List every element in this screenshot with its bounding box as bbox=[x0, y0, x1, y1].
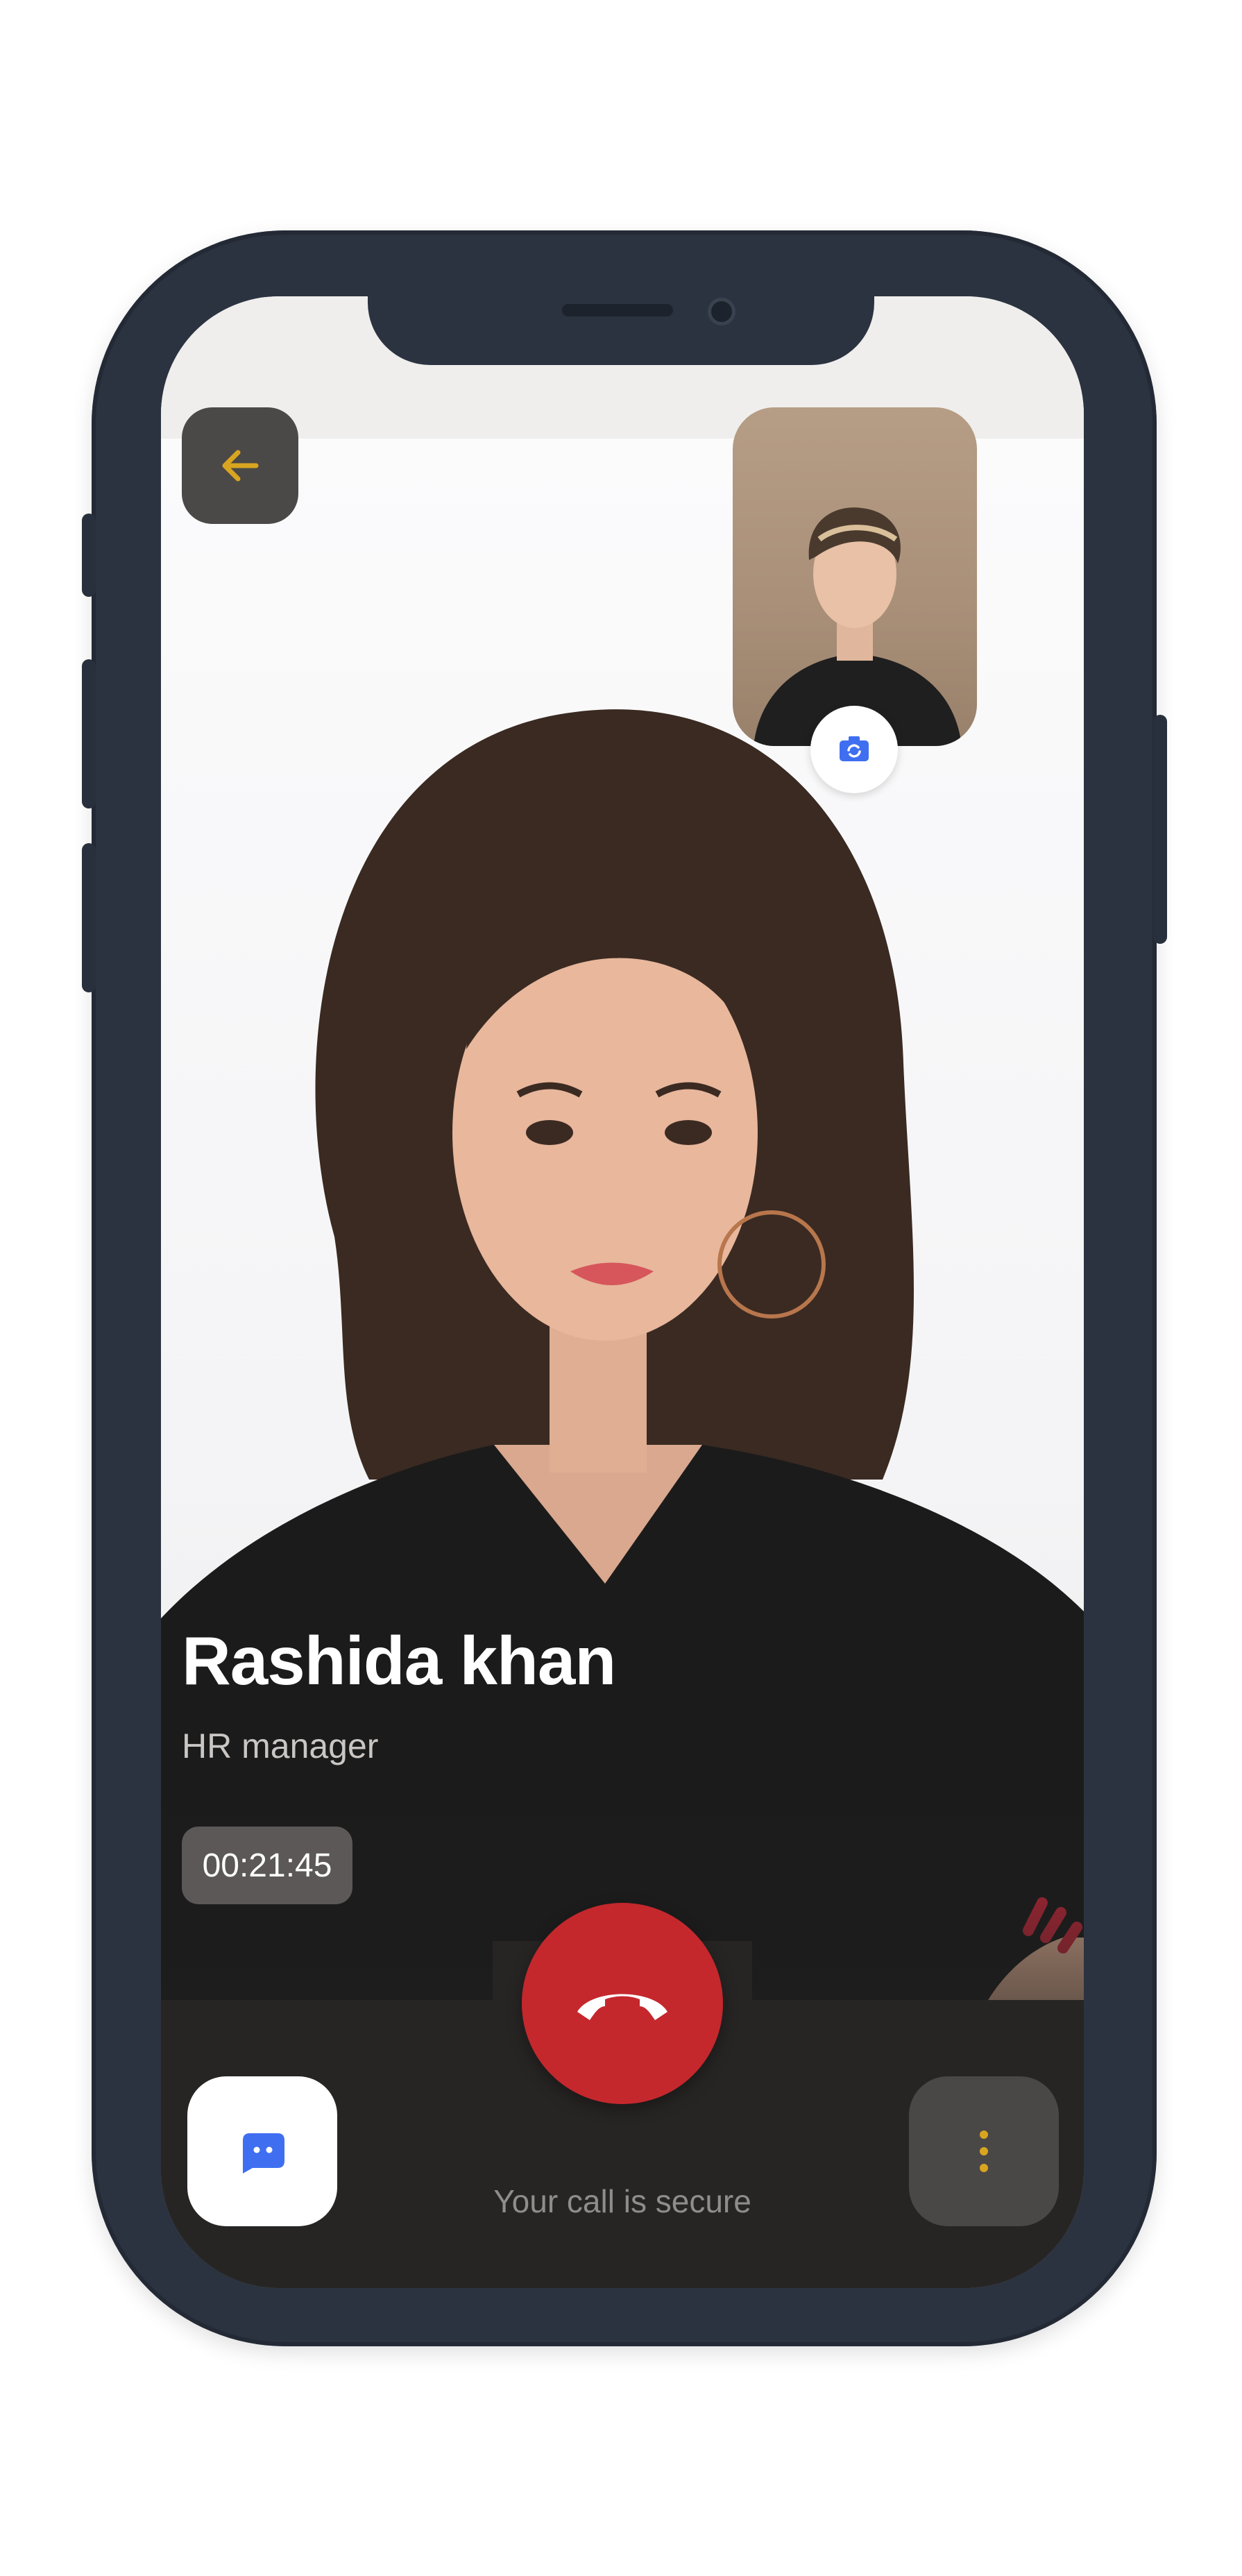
call-secure-note: Your call is secure bbox=[493, 2183, 751, 2219]
phone-hangup-icon bbox=[577, 1994, 667, 2020]
arrow-left-icon bbox=[222, 450, 259, 482]
side-button-volume-up bbox=[82, 659, 96, 808]
side-button-volume-down bbox=[82, 843, 96, 992]
back-button[interactable] bbox=[182, 407, 298, 524]
switch-camera-button[interactable] bbox=[810, 706, 898, 793]
caller-role: HR manager bbox=[182, 1727, 379, 1765]
self-view-video[interactable] bbox=[733, 407, 977, 746]
side-button-power bbox=[1153, 715, 1167, 944]
self-view-person bbox=[754, 507, 962, 746]
call-duration: 00:21:45 bbox=[202, 1847, 332, 1884]
end-call-button[interactable] bbox=[522, 1903, 723, 2104]
side-button-mute bbox=[82, 514, 96, 597]
screen-overlay: Rashida khan HR manager 00:21:45 Your ca… bbox=[161, 296, 1084, 2288]
more-vertical-icon bbox=[980, 2130, 988, 2172]
camera-switch-icon bbox=[840, 736, 869, 761]
caller-name: Rashida khan bbox=[182, 1622, 616, 1699]
call-duration-badge: 00:21:45 bbox=[182, 1827, 352, 1904]
chat-bubble-icon bbox=[243, 2133, 284, 2174]
